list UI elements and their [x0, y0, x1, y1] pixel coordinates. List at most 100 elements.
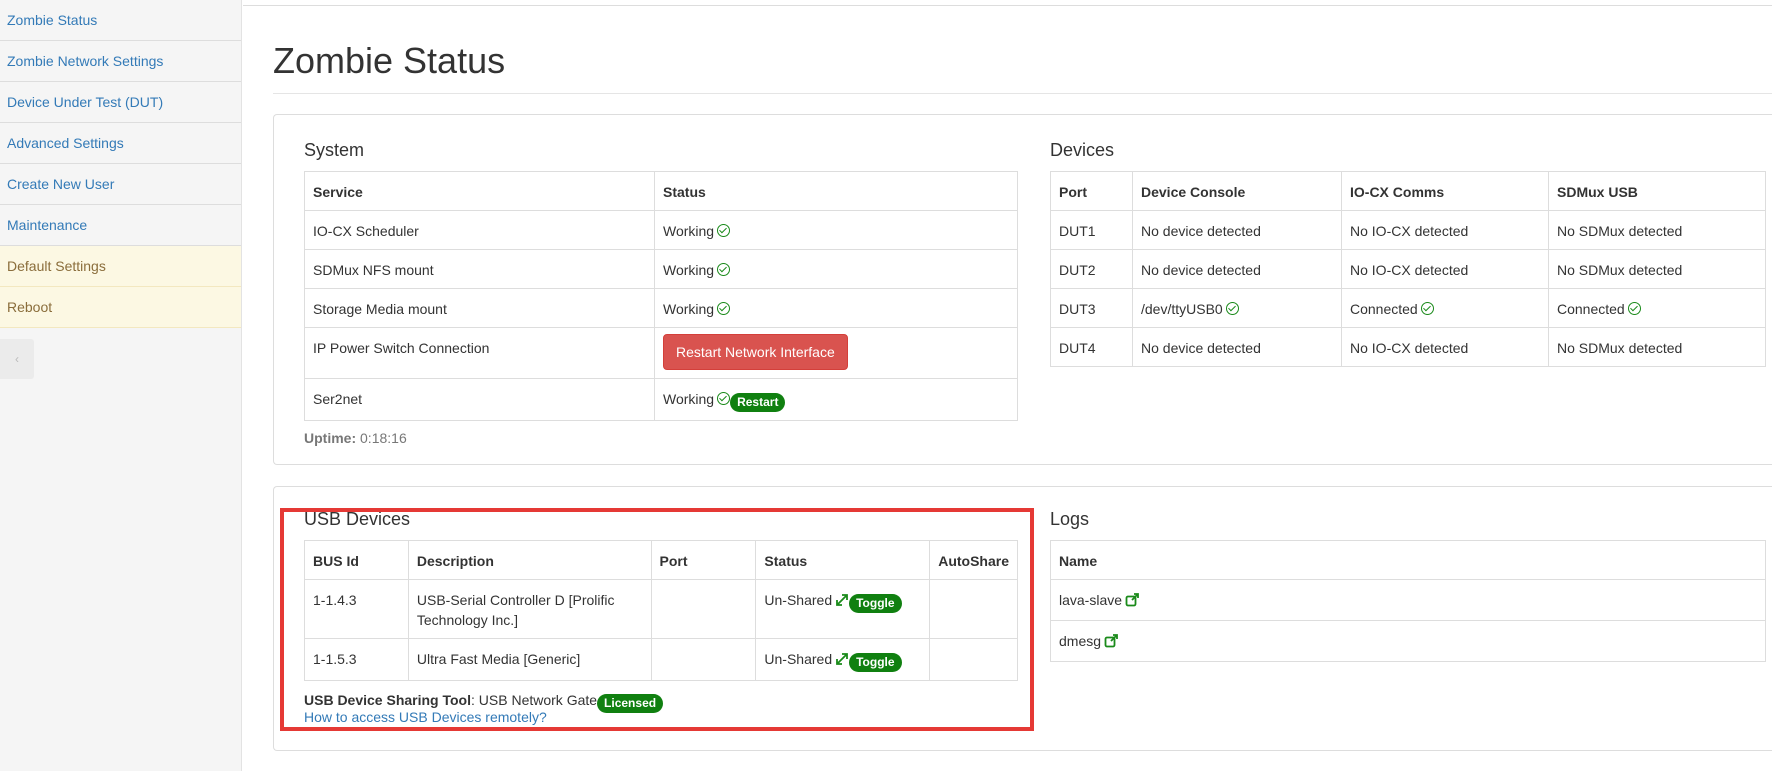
sidebar-collapse-button[interactable]: ‹ [0, 339, 34, 379]
iocx-cell: No IO-CX detected [1341, 249, 1549, 289]
service-name: Ser2net [304, 378, 655, 421]
title-divider [273, 93, 1772, 94]
sidebar-link[interactable]: Create New User [7, 176, 114, 192]
status-text: Working [663, 391, 715, 407]
sidebar-item-dut[interactable]: Device Under Test (DUT) [0, 82, 241, 123]
check-circle-icon [717, 263, 731, 276]
top-divider [243, 5, 1772, 6]
console-cell: No device detected [1132, 327, 1342, 367]
column-header: SDMux USB [1548, 171, 1766, 211]
port-cell: DUT1 [1050, 210, 1133, 250]
sidebar-item-zombie-status[interactable]: Zombie Status [0, 0, 241, 41]
table-header-row: Service Status [304, 171, 1018, 211]
console-cell: No device detected [1132, 210, 1342, 250]
console-text: /dev/ttyUSB0 [1141, 301, 1223, 317]
table-row: DUT4 No device detected No IO-CX detecte… [1050, 327, 1766, 367]
column-header: IO-CX Comms [1341, 171, 1549, 211]
check-circle-icon [717, 392, 731, 405]
system-title: System [304, 140, 365, 160]
table-row: IP Power Switch Connection Restart Netwo… [304, 327, 1018, 379]
iocx-cell: No IO-CX detected [1341, 210, 1549, 250]
sidebar-item-create-user[interactable]: Create New User [0, 164, 241, 205]
check-circle-icon [717, 224, 731, 237]
sidebar-link[interactable]: Zombie Network Settings [7, 53, 163, 69]
iocx-text: Connected [1350, 301, 1418, 317]
port-cell: DUT4 [1050, 327, 1133, 367]
table-row: SDMux NFS mount Working [304, 249, 1018, 289]
sidebar: Zombie Status Zombie Network Settings De… [0, 0, 242, 771]
column-header: Device Console [1132, 171, 1342, 211]
sidebar-link[interactable]: Maintenance [7, 217, 87, 233]
sdmux-text: Connected [1557, 301, 1625, 317]
devices-table: Port Device Console IO-CX Comms SDMux US… [1050, 171, 1766, 367]
service-name: Storage Media mount [304, 288, 655, 328]
sidebar-link[interactable]: Advanced Settings [7, 135, 124, 151]
table-row: DUT2 No device detected No IO-CX detecte… [1050, 249, 1766, 289]
sdmux-cell: No SDMux detected [1548, 249, 1766, 289]
check-circle-icon [717, 302, 731, 315]
usb-highlight-box [280, 508, 1034, 731]
log-name-cell: dmesg [1050, 620, 1766, 662]
restart-ser2net-badge[interactable]: Restart [730, 393, 786, 412]
column-header: Status [654, 171, 1018, 211]
sidebar-item-default-settings[interactable]: Default Settings [0, 246, 241, 287]
status-text: Working [663, 301, 715, 317]
external-link-icon[interactable] [1104, 633, 1118, 653]
service-name: SDMux NFS mount [304, 249, 655, 289]
check-circle-icon [1627, 302, 1641, 315]
sidebar-link[interactable]: Zombie Status [7, 12, 97, 28]
sidebar-item-reboot[interactable]: Reboot [0, 287, 241, 328]
table-header-row: Port Device Console IO-CX Comms SDMux US… [1050, 171, 1766, 211]
sidebar-item-advanced-settings[interactable]: Advanced Settings [0, 123, 241, 164]
port-cell: DUT3 [1050, 288, 1133, 328]
page-title: Zombie Status [273, 40, 506, 81]
table-row: Storage Media mount Working [304, 288, 1018, 328]
uptime-label: Uptime: [304, 430, 357, 446]
table-row: IO-CX Scheduler Working [304, 210, 1018, 250]
service-name: IP Power Switch Connection [304, 327, 655, 379]
uptime: Uptime: 0:18:16 [304, 430, 407, 446]
sidebar-link[interactable]: Reboot [7, 299, 52, 315]
devices-title: Devices [1050, 140, 1115, 160]
table-row: DUT3 /dev/ttyUSB0 Connected Connected [1050, 288, 1766, 328]
sdmux-cell: Connected [1548, 288, 1766, 328]
log-name-cell: lava-slave [1050, 579, 1766, 621]
column-header: Name [1050, 540, 1766, 580]
log-link-dmesg[interactable]: dmesg [1059, 633, 1101, 649]
service-status: Working Restart [654, 378, 1018, 421]
check-circle-icon [1420, 302, 1434, 315]
service-status: Working [654, 210, 1018, 250]
uptime-value: 0:18:16 [360, 430, 407, 446]
sidebar-link[interactable]: Device Under Test (DUT) [7, 94, 163, 110]
service-status: Working [654, 288, 1018, 328]
service-name: IO-CX Scheduler [304, 210, 655, 250]
column-header: Port [1050, 171, 1133, 211]
sidebar-item-maintenance[interactable]: Maintenance [0, 205, 241, 246]
table-row: lava-slave [1050, 579, 1766, 621]
table-header-row: Name [1050, 540, 1766, 580]
sidebar-link[interactable]: Default Settings [7, 258, 106, 274]
table-row: dmesg [1050, 620, 1766, 662]
port-cell: DUT2 [1050, 249, 1133, 289]
iocx-cell: No IO-CX detected [1341, 327, 1549, 367]
console-cell: No device detected [1132, 249, 1342, 289]
system-table: Service Status IO-CX Scheduler Working S… [304, 171, 1018, 421]
sidebar-item-network-settings[interactable]: Zombie Network Settings [0, 41, 241, 82]
sdmux-cell: No SDMux detected [1548, 327, 1766, 367]
restart-network-interface-button[interactable]: Restart Network Interface [663, 334, 848, 370]
sidebar-nav: Zombie Status Zombie Network Settings De… [0, 0, 241, 328]
status-text: Working [663, 262, 715, 278]
external-link-icon[interactable] [1125, 592, 1139, 612]
sdmux-cell: No SDMux detected [1548, 210, 1766, 250]
check-circle-icon [1225, 302, 1239, 315]
logs-table: Name lava-slave dmesg [1050, 540, 1766, 662]
service-status: Working [654, 249, 1018, 289]
table-row: Ser2net Working Restart [304, 378, 1018, 421]
chevron-left-icon: ‹ [15, 352, 19, 366]
log-link-lava-slave[interactable]: lava-slave [1059, 592, 1122, 608]
table-row: DUT1 No device detected No IO-CX detecte… [1050, 210, 1766, 250]
status-text: Working [663, 223, 715, 239]
logs-title: Logs [1050, 509, 1090, 529]
iocx-cell: Connected [1341, 288, 1549, 328]
column-header: Service [304, 171, 655, 211]
